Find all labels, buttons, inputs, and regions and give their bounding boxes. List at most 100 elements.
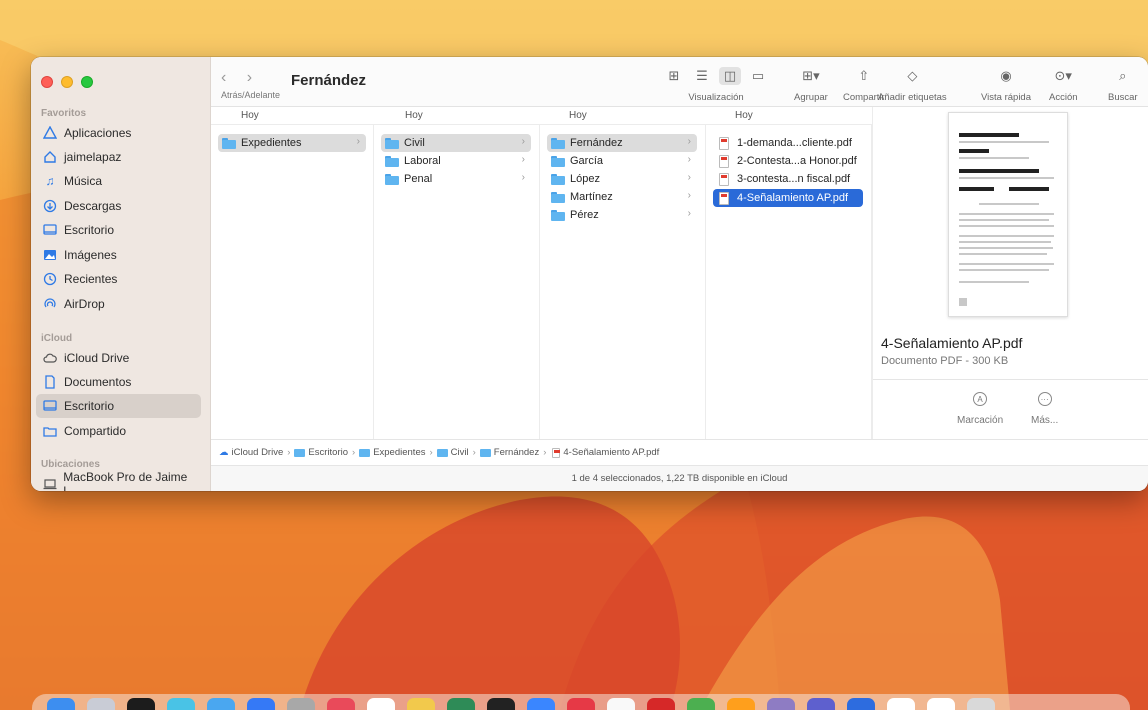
- column-header: Hoy: [241, 110, 259, 121]
- column-view-icon[interactable]: ◫: [719, 67, 741, 85]
- more-button[interactable]: ··· Más...: [1031, 392, 1058, 426]
- sidebar-item-descargas[interactable]: Descargas: [36, 194, 201, 218]
- chevron-right-icon: ›: [287, 447, 291, 458]
- path-segment[interactable]: Escritorio: [308, 447, 348, 458]
- notes-dock-icon[interactable]: [367, 698, 395, 710]
- laptop-icon: [42, 476, 57, 491]
- app-dock-icon[interactable]: [447, 698, 475, 710]
- group-button[interactable]: ⊞▾ Agrupar: [794, 67, 828, 103]
- sidebar-item-compartido[interactable]: Compartido: [36, 419, 201, 443]
- list-item[interactable]: Pérez ›: [547, 206, 697, 224]
- app-dock-icon[interactable]: [807, 698, 835, 710]
- search-button[interactable]: ⌕ Buscar: [1108, 67, 1138, 103]
- sidebar-item-documentos[interactable]: Documentos: [36, 370, 201, 394]
- trash-dock-icon[interactable]: [967, 698, 995, 710]
- pdf-file-icon: [719, 172, 729, 186]
- list-item[interactable]: López ›: [547, 170, 697, 188]
- list-item[interactable]: 2-Contesta...a Honor.pdf: [713, 152, 863, 170]
- app-dock-icon[interactable]: [567, 698, 595, 710]
- list-item[interactable]: Penal ›: [381, 170, 531, 188]
- list-item[interactable]: 3-contesta...n fiscal.pdf: [713, 170, 863, 188]
- sidebar-item-aplicaciones[interactable]: Aplicaciones: [36, 121, 201, 145]
- list-view-icon[interactable]: ☰: [691, 67, 713, 85]
- list-item[interactable]: 1-demanda...cliente.pdf: [713, 134, 863, 152]
- back-forward-buttons[interactable]: ‹ ›: [221, 69, 260, 87]
- path-segment[interactable]: 4-Señalamiento AP.pdf: [563, 447, 659, 458]
- markup-button[interactable]: A Marcación: [957, 392, 1003, 426]
- zoom-button[interactable]: [81, 76, 93, 88]
- sidebar-item-label: Compartido: [64, 424, 127, 438]
- preview-kind: Documento PDF - 300 KB: [881, 355, 1009, 367]
- list-item[interactable]: Martínez ›: [547, 188, 697, 206]
- pdf-thumbnail[interactable]: [948, 112, 1068, 317]
- item-label: López: [570, 173, 600, 185]
- path-segment[interactable]: Civil: [451, 447, 469, 458]
- app-dock-icon[interactable]: [767, 698, 795, 710]
- item-label: Martínez: [570, 191, 613, 203]
- sidebar-item-musica[interactable]: ♫ Música: [36, 169, 201, 193]
- sidebar-item-label: Descargas: [64, 199, 122, 213]
- back-forward-label: Atrás/Adelante: [221, 90, 281, 100]
- finder-dock-icon[interactable]: [47, 698, 75, 710]
- sidebar-item-label: jaimelapaz: [64, 150, 122, 164]
- folder-icon: [551, 155, 565, 167]
- list-item[interactable]: Expedientes ›: [218, 134, 366, 152]
- sidebar-item-label: Documentos: [64, 375, 132, 389]
- more-circle-icon: ⊙▾: [1054, 68, 1072, 83]
- sidebar-item-imagenes[interactable]: Imágenes: [36, 243, 201, 267]
- app-dock-icon[interactable]: [487, 698, 515, 710]
- sidebar-item-escritorio-icloud[interactable]: Escritorio: [36, 394, 201, 418]
- sidebar-item-escritorio[interactable]: Escritorio: [36, 218, 201, 242]
- item-label: García: [570, 155, 604, 167]
- gallery-view-icon[interactable]: ▭: [747, 67, 769, 85]
- calendar-dock-icon[interactable]: [327, 698, 355, 710]
- path-segment[interactable]: iCloud Drive: [232, 447, 284, 458]
- app-dock-icon[interactable]: [887, 698, 915, 710]
- app-dock-icon[interactable]: [607, 698, 635, 710]
- chevron-right-icon: ›: [521, 172, 525, 183]
- chevron-right-icon: ›: [687, 172, 691, 183]
- view-control[interactable]: ⊞ ☰ ◫ ▭ Visualización: [663, 67, 769, 103]
- icon-view-icon[interactable]: ⊞: [663, 67, 685, 85]
- sidebar: Favoritos Aplicaciones jaimelapaz ♫ Músi…: [31, 57, 211, 491]
- tags-button[interactable]: ◇ Añadir etiquetas: [878, 67, 947, 103]
- close-button[interactable]: [41, 76, 53, 88]
- app-dock-icon[interactable]: [687, 698, 715, 710]
- list-item-selected[interactable]: 4-Señalamiento AP.pdf: [713, 189, 863, 207]
- item-label: Laboral: [404, 155, 441, 167]
- minimize-button[interactable]: [61, 76, 73, 88]
- column-4: 1-demanda...cliente.pdf 2-Contesta...a H…: [706, 125, 872, 439]
- list-item[interactable]: Fernández ›: [547, 134, 697, 152]
- app-dock-icon[interactable]: [287, 698, 315, 710]
- sidebar-item-macbook[interactable]: MacBook Pro de Jaime L...: [36, 470, 201, 491]
- chevron-right-icon: ›: [521, 136, 525, 147]
- sidebar-item-label: Escritorio: [64, 223, 115, 237]
- list-item[interactable]: Civil ›: [381, 134, 531, 152]
- terminal-dock-icon[interactable]: [127, 698, 155, 710]
- sidebar-item-airdrop[interactable]: AirDrop: [36, 292, 201, 316]
- sidebar-item-icloud-drive[interactable]: iCloud Drive: [36, 346, 201, 370]
- list-item[interactable]: García ›: [547, 152, 697, 170]
- app-dock-icon[interactable]: [927, 698, 955, 710]
- app-dock-icon[interactable]: [647, 698, 675, 710]
- path-segment[interactable]: Expedientes: [373, 447, 425, 458]
- photos-dock-icon[interactable]: [407, 698, 435, 710]
- window-title: Fernández: [291, 72, 367, 89]
- chevron-right-icon: ›: [356, 136, 360, 147]
- app-dock-icon[interactable]: [527, 698, 555, 710]
- photos-icon: [42, 247, 58, 263]
- action-button[interactable]: ⊙▾ Acción: [1049, 67, 1078, 103]
- app-dock-icon[interactable]: [247, 698, 275, 710]
- app-dock-icon[interactable]: [727, 698, 755, 710]
- item-label: 4-Señalamiento AP.pdf: [737, 192, 849, 204]
- list-item[interactable]: Laboral ›: [381, 152, 531, 170]
- quicklook-button[interactable]: ◉ Vista rápida: [981, 67, 1031, 103]
- sidebar-item-recientes[interactable]: Recientes: [36, 267, 201, 291]
- safari-dock-icon[interactable]: [167, 698, 195, 710]
- mail-dock-icon[interactable]: [207, 698, 235, 710]
- path-segment[interactable]: Fernández: [494, 447, 539, 458]
- chevron-right-icon: ›: [429, 447, 433, 458]
- sidebar-item-jaimelapaz[interactable]: jaimelapaz: [36, 145, 201, 169]
- app-dock-icon[interactable]: [847, 698, 875, 710]
- launchpad-dock-icon[interactable]: [87, 698, 115, 710]
